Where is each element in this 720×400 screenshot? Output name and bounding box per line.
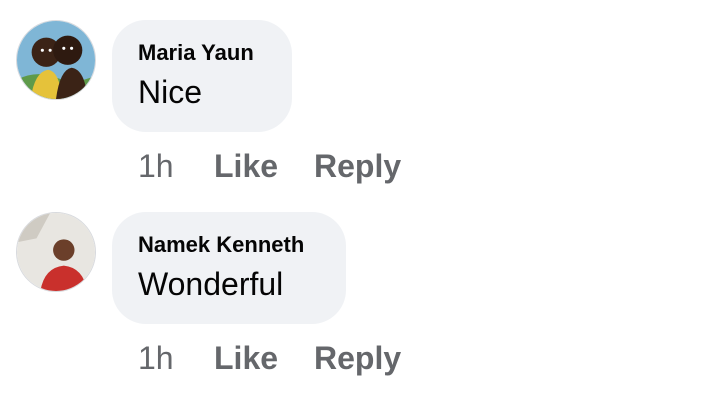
reply-button[interactable]: Reply <box>314 340 401 377</box>
avatar[interactable] <box>16 20 96 100</box>
comment-author[interactable]: Maria Yaun <box>138 40 254 66</box>
comment-timestamp[interactable]: 1h <box>138 148 174 185</box>
avatar-image <box>17 213 95 291</box>
comment-text: Nice <box>138 74 203 110</box>
comment-timestamp[interactable]: 1h <box>138 340 174 377</box>
comment-author[interactable]: Namek Kenneth <box>138 232 304 258</box>
comment-bubble: Namek Kenneth Wonderful <box>112 212 346 324</box>
comment-text: Wonderful <box>138 266 284 302</box>
like-button[interactable]: Like <box>214 148 278 185</box>
avatar-image <box>17 21 95 99</box>
avatar[interactable] <box>16 212 96 292</box>
comment-bubble: Maria Yaun Nice <box>112 20 292 132</box>
like-button[interactable]: Like <box>214 340 278 377</box>
reply-button[interactable]: Reply <box>314 148 401 185</box>
